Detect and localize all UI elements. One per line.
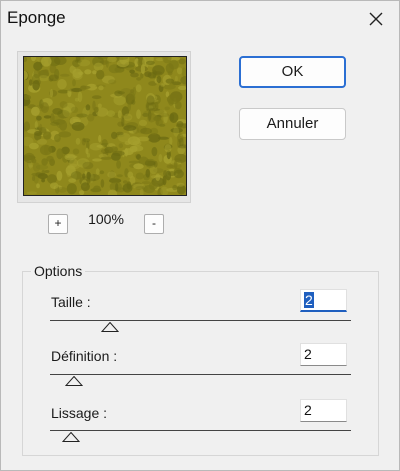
definition-slider-thumb[interactable] [65,376,84,386]
size-value: 2 [304,292,314,308]
size-slider-thumb[interactable] [101,322,120,332]
zoom-level: 100% [88,211,124,227]
title-bar[interactable]: Eponge [1,1,399,37]
preview-image[interactable] [23,56,187,196]
definition-slider-track[interactable] [50,374,351,375]
close-icon [369,12,383,26]
smoothing-label: Lissage : [51,405,108,421]
definition-label: Définition : [51,348,118,364]
smoothing-slider-thumb[interactable] [62,432,81,442]
close-button[interactable] [353,1,399,37]
size-label: Taille : [51,294,91,310]
options-legend: Options [31,263,86,279]
definition-input[interactable]: 2 [300,343,347,366]
smoothing-slider-track[interactable] [50,430,351,431]
cancel-button[interactable]: Annuler [239,108,346,140]
ok-button[interactable]: OK [239,56,346,88]
size-slider-track[interactable] [50,320,351,321]
smoothing-input[interactable]: 2 [300,399,347,422]
size-input[interactable]: 2 [300,289,347,312]
dialog-title: Eponge [7,8,66,27]
dialog-window: Eponge + 100% - OK Annuler Options Taill… [0,0,400,471]
zoom-in-button[interactable]: + [48,214,68,234]
zoom-out-button[interactable]: - [144,214,164,234]
preview-panel [17,51,191,203]
